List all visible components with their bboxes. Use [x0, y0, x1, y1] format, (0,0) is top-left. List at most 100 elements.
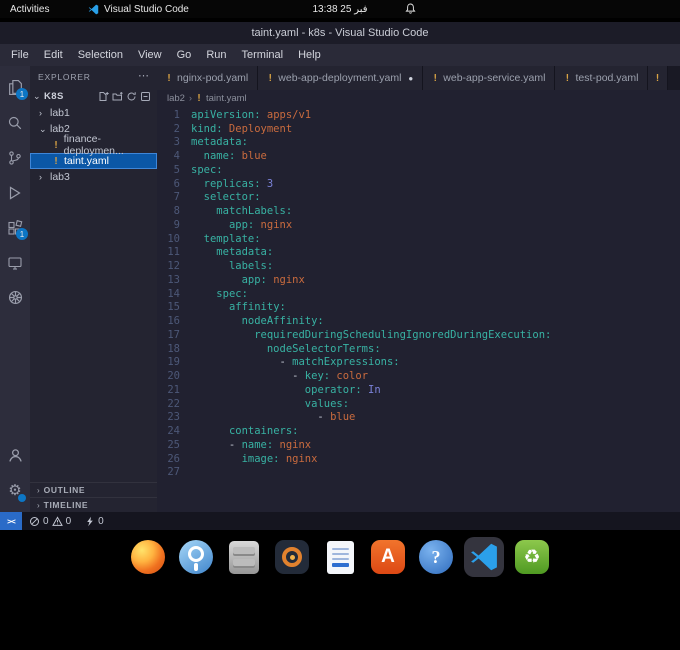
files-icon[interactable] [224, 537, 264, 577]
code-line[interactable]: 17 requiredDuringSchedulingIgnoredDuring… [157, 328, 680, 342]
tree-folder-lab1[interactable]: › lab1 [30, 105, 157, 121]
code-line[interactable]: 3 metadata: [157, 136, 680, 150]
code-text: app: nginx [241, 273, 305, 286]
yaml-warning-icon: ! [53, 155, 60, 167]
line-number: 1 [173, 108, 180, 121]
new-file-icon[interactable] [98, 91, 109, 102]
tab-nginx-pod-yaml[interactable]: ! nginx-pod.yaml [157, 66, 259, 90]
code-line[interactable]: 4 name: blue [157, 149, 680, 163]
new-folder-icon[interactable] [112, 91, 123, 102]
explorer-title: EXPLORER [38, 71, 91, 82]
menu-help[interactable]: Help [291, 47, 328, 63]
code-line[interactable]: 10 template: [157, 232, 680, 246]
settings-icon[interactable]: ⚙ [0, 473, 30, 508]
code-line[interactable]: 18 nodeSelectorTerms: [157, 342, 680, 356]
breadcrumb-file[interactable]: taint.yaml [206, 93, 247, 104]
code-line[interactable]: 21 operator: In [157, 383, 680, 397]
line-number: 24 [167, 425, 180, 438]
source-control-icon[interactable] [0, 140, 30, 175]
problems-indicator[interactable]: 0 0 [22, 516, 78, 527]
timeline-section[interactable]: › TIMELINE [30, 497, 157, 512]
tab-test-pod-yaml[interactable]: ! test-pod.yaml [555, 66, 649, 90]
code-line[interactable]: 25 - name: nginx [157, 438, 680, 452]
code-line[interactable]: 9 app: nginx [157, 218, 680, 232]
code-line[interactable]: 19 - matchExpressions: [157, 356, 680, 370]
run-debug-icon[interactable] [0, 175, 30, 210]
menu-go[interactable]: Go [170, 47, 199, 63]
clock[interactable]: 13:38 25 فبر [312, 4, 367, 15]
lightning-icon [87, 516, 93, 526]
tree-folder-lab3[interactable]: › lab3 [30, 169, 157, 185]
window-titlebar[interactable]: taint.yaml - k8s - Visual Studio Code [0, 22, 680, 44]
account-icon[interactable] [0, 438, 30, 473]
code-text: requiredDuringSchedulingIgnoredDuringExe… [254, 328, 552, 341]
remote-indicator[interactable]: >< [0, 512, 22, 530]
activities-button[interactable]: Activities [10, 4, 49, 15]
vscode-icon[interactable] [464, 537, 504, 577]
breadcrumb-folder[interactable]: lab2 [167, 93, 185, 104]
line-number: 21 [167, 383, 180, 396]
menu-file[interactable]: File [4, 47, 36, 63]
tab-overflow[interactable]: ! [648, 66, 669, 90]
rhythmbox-icon[interactable] [272, 537, 312, 577]
breadcrumb[interactable]: lab2 › ! taint.yaml [157, 90, 680, 106]
line-number: 19 [167, 356, 180, 369]
code-line[interactable]: 1 apiVersion: apps/v1 [157, 108, 680, 122]
code-line[interactable]: 27 [157, 466, 680, 480]
code-line[interactable]: 2 kind: Deployment [157, 122, 680, 136]
menu-run[interactable]: Run [199, 47, 233, 63]
activity-bar-top: 11 [0, 70, 30, 315]
line-number: 8 [173, 205, 180, 218]
code-line[interactable]: 12 labels: [157, 259, 680, 273]
firefox-icon[interactable] [128, 537, 168, 577]
code-line[interactable]: 13 app: nginx [157, 273, 680, 287]
menu-edit[interactable]: Edit [37, 47, 70, 63]
explorer-icon[interactable]: 1 [0, 70, 30, 105]
code-line[interactable]: 6 replicas: 3 [157, 177, 680, 191]
yaml-warning-icon: ! [267, 72, 274, 84]
outline-label: OUTLINE [43, 485, 86, 495]
extensions-icon[interactable]: 1 [0, 210, 30, 245]
focused-app-indicator[interactable]: Visual Studio Code [88, 4, 189, 15]
code-line[interactable]: 11 metadata: [157, 246, 680, 260]
search-icon[interactable] [0, 105, 30, 140]
code-line[interactable]: 22 values: [157, 397, 680, 411]
tab-web-app-service-yaml[interactable]: ! web-app-service.yaml [423, 66, 556, 90]
line-number: 20 [167, 370, 180, 383]
help-icon[interactable]: ? [416, 537, 456, 577]
code-line[interactable]: 20 - key: color [157, 369, 680, 383]
tab-web-app-deployment-yaml[interactable]: ! web-app-deployment.yaml ● [258, 66, 424, 90]
code-line[interactable]: 23 - blue [157, 411, 680, 425]
menu-selection[interactable]: Selection [71, 47, 130, 63]
workspace-header[interactable]: ⌄ K8S [30, 87, 157, 105]
menu-terminal[interactable]: Terminal [235, 47, 291, 63]
trash-icon[interactable]: ♻ [512, 537, 552, 577]
code-line[interactable]: 26 image: nginx [157, 452, 680, 466]
code-line[interactable]: 7 selector: [157, 191, 680, 205]
refresh-explorer-icon[interactable] [126, 91, 137, 102]
yaml-warning-icon: ! [166, 72, 173, 84]
code-line[interactable]: 24 containers: [157, 424, 680, 438]
line-number: 9 [173, 218, 180, 231]
libreoffice-writer-icon[interactable] [320, 537, 360, 577]
code-line[interactable]: 16 nodeAffinity: [157, 314, 680, 328]
menu-view[interactable]: View [131, 47, 169, 63]
kubernetes-icon[interactable] [0, 280, 30, 315]
collapse-folders-icon[interactable] [140, 91, 151, 102]
error-count: 0 [43, 515, 49, 527]
ports-indicator[interactable]: 0 [78, 516, 111, 527]
code-line[interactable]: 5 spec: [157, 163, 680, 177]
outline-section[interactable]: › OUTLINE [30, 482, 157, 497]
code-line[interactable]: 8 matchLabels: [157, 204, 680, 218]
code-text: image: nginx [241, 452, 318, 465]
remote-explorer-icon[interactable] [0, 245, 30, 280]
more-actions-icon[interactable]: ⋯ [138, 71, 149, 82]
code-line[interactable]: 15 affinity: [157, 301, 680, 315]
web-browser-icon[interactable] [176, 537, 216, 577]
tree-file-finance-deploymen[interactable]: ! finance-deploymen... [30, 133, 157, 157]
app-center-icon[interactable]: A [368, 537, 408, 577]
code-area[interactable]: 1 apiVersion: apps/v1 2 kind: Deployment 3 me… [157, 106, 680, 512]
code-text: - name: nginx [191, 438, 312, 451]
notification-bell-icon[interactable] [404, 2, 417, 19]
code-line[interactable]: 14 spec: [157, 287, 680, 301]
